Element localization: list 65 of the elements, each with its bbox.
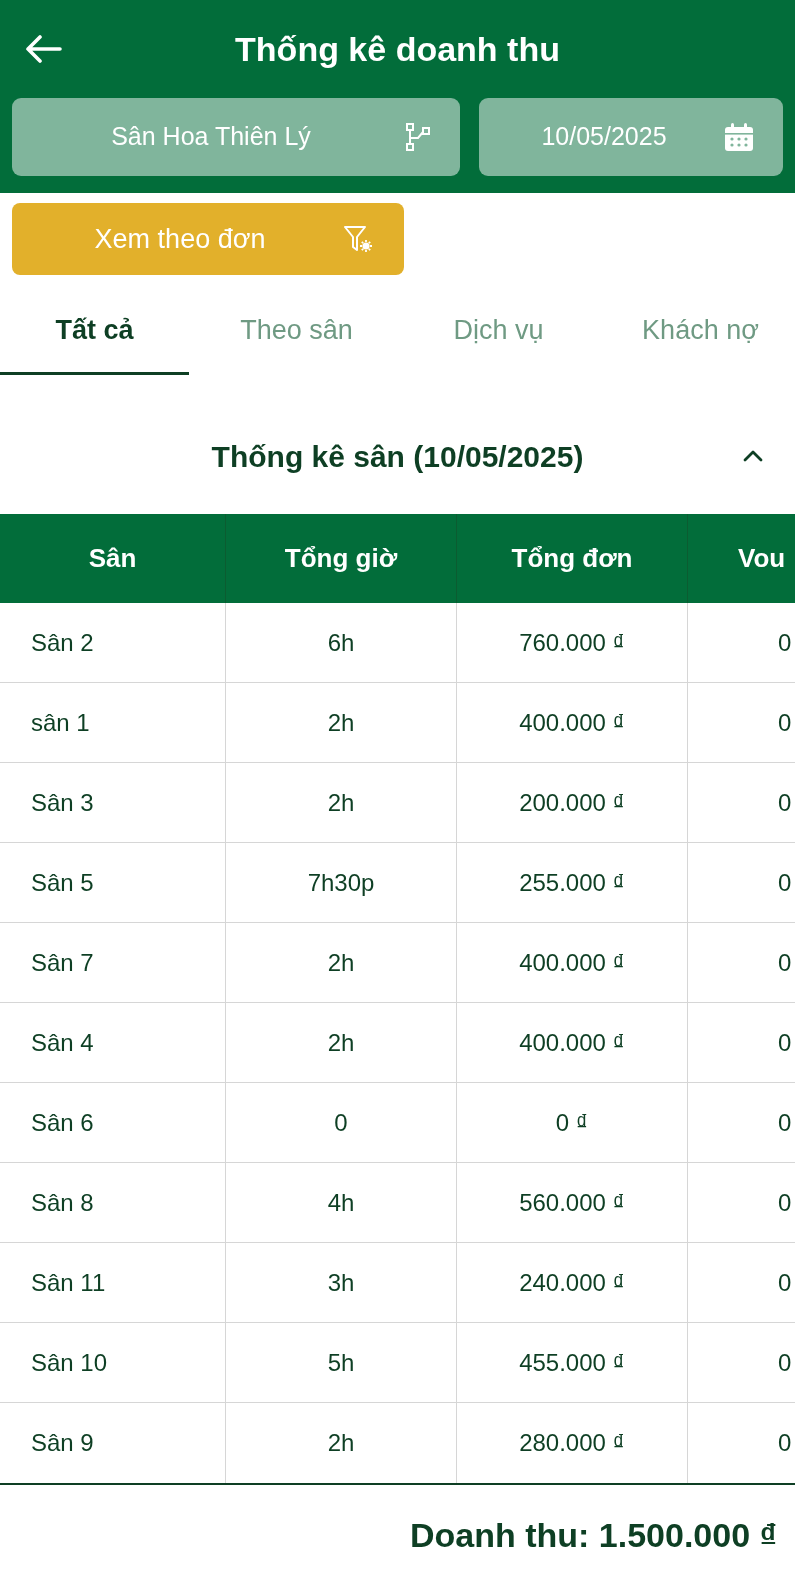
back-button[interactable] — [26, 35, 62, 63]
table-cell-text: sân 1 — [31, 707, 90, 738]
table-cell-text: 7h30p — [307, 867, 375, 898]
table-cell-text: Sân 5 — [31, 867, 94, 898]
table-cell-text: 2h — [327, 1027, 355, 1058]
table-cell-text: 0 — [778, 1428, 792, 1458]
table-cell-text: 0 — [778, 1347, 792, 1378]
tab[interactable]: Theo sân — [202, 288, 391, 375]
table-cell-text: 2h — [327, 1428, 355, 1458]
table-cell-text: 0 — [778, 1027, 792, 1058]
column-header: Tổng giờ — [226, 514, 457, 603]
table-cell-text: Sân 6 — [31, 1107, 94, 1138]
table-cell-text: 280.000 ₫ — [519, 1428, 625, 1458]
table-cell-text: 455.000 ₫ — [519, 1347, 625, 1378]
table-cell-text: Sân 3 — [31, 787, 94, 818]
table-cell-text: 0 — [334, 1107, 348, 1138]
table-cell-text: Sân 7 — [31, 947, 94, 978]
column-header: Sân — [0, 514, 226, 603]
table-cell-text: 2h — [327, 947, 355, 978]
table-cell-text: 200.000 ₫ — [519, 787, 625, 818]
table-cell-text: 400.000 ₫ — [519, 707, 625, 738]
table-cell-text: 0 — [778, 947, 792, 978]
tab[interactable]: Khách nợ — [606, 288, 795, 375]
page-title: Thống kê doanh thu — [234, 28, 561, 70]
branch-icon — [406, 123, 430, 151]
table-cell-text: Sân 10 — [31, 1347, 108, 1378]
table-cell-text: 0 — [778, 787, 792, 818]
chevron-up-icon — [743, 450, 763, 462]
table-cell-text: 0 — [778, 1187, 792, 1218]
branch-select[interactable]: Sân Hoa Thiên Lý — [12, 98, 460, 176]
table-cell-text: 0 — [778, 1107, 792, 1138]
table-cell-text: 0 — [778, 867, 792, 898]
tab[interactable]: Dịch vụ — [404, 288, 593, 375]
table-cell-text: Sân 2 — [31, 627, 94, 658]
table-cell-text: 0 ₫ — [555, 1107, 589, 1138]
column-header: Tổng đơn — [457, 514, 688, 603]
section-title: Thống kê sân (10/05/2025) — [210, 438, 585, 475]
table-cell-text: 400.000 ₫ — [519, 947, 625, 978]
table-cell-text: 0 — [778, 707, 792, 738]
table-cell-text: 4h — [327, 1187, 355, 1218]
table-cell-text: 5h — [327, 1347, 355, 1378]
table-cell-text: 3h — [327, 1267, 355, 1298]
arrow-left-icon — [26, 35, 62, 63]
table-cell-text: 255.000 ₫ — [519, 867, 625, 898]
filter-settings-icon — [344, 225, 372, 253]
table-cell-text: 560.000 ₫ — [519, 1187, 625, 1218]
date-picker[interactable]: 10/05/2025 — [479, 98, 783, 176]
table-cell-text: 2h — [327, 707, 355, 738]
calendar-icon — [725, 123, 753, 151]
table-cell-text: 400.000 ₫ — [519, 1027, 625, 1058]
table-cell-text: 0 — [778, 627, 792, 658]
table-cell-text: 760.000 ₫ — [519, 627, 625, 658]
table-cell-text: Sân 4 — [31, 1027, 94, 1058]
table-cell-text: Sân 9 — [31, 1428, 94, 1458]
table-cell-text: 0 — [778, 1267, 792, 1298]
table-cell-text: Sân 11 — [31, 1267, 106, 1298]
collapse-button[interactable] — [743, 450, 763, 462]
column-header: Vou — [737, 542, 787, 575]
revenue-total: Doanh thu: 1.500.000 ₫ — [410, 1514, 777, 1556]
table-cell-text: 2h — [327, 787, 355, 818]
table-cell-text: 240.000 ₫ — [519, 1267, 625, 1298]
view-by-order-button[interactable]: Xem theo đơn — [12, 203, 404, 275]
tab[interactable]: Tất cả — [0, 288, 189, 375]
table-cell-text: Sân 8 — [31, 1187, 94, 1218]
table-cell-text: 6h — [327, 627, 355, 658]
